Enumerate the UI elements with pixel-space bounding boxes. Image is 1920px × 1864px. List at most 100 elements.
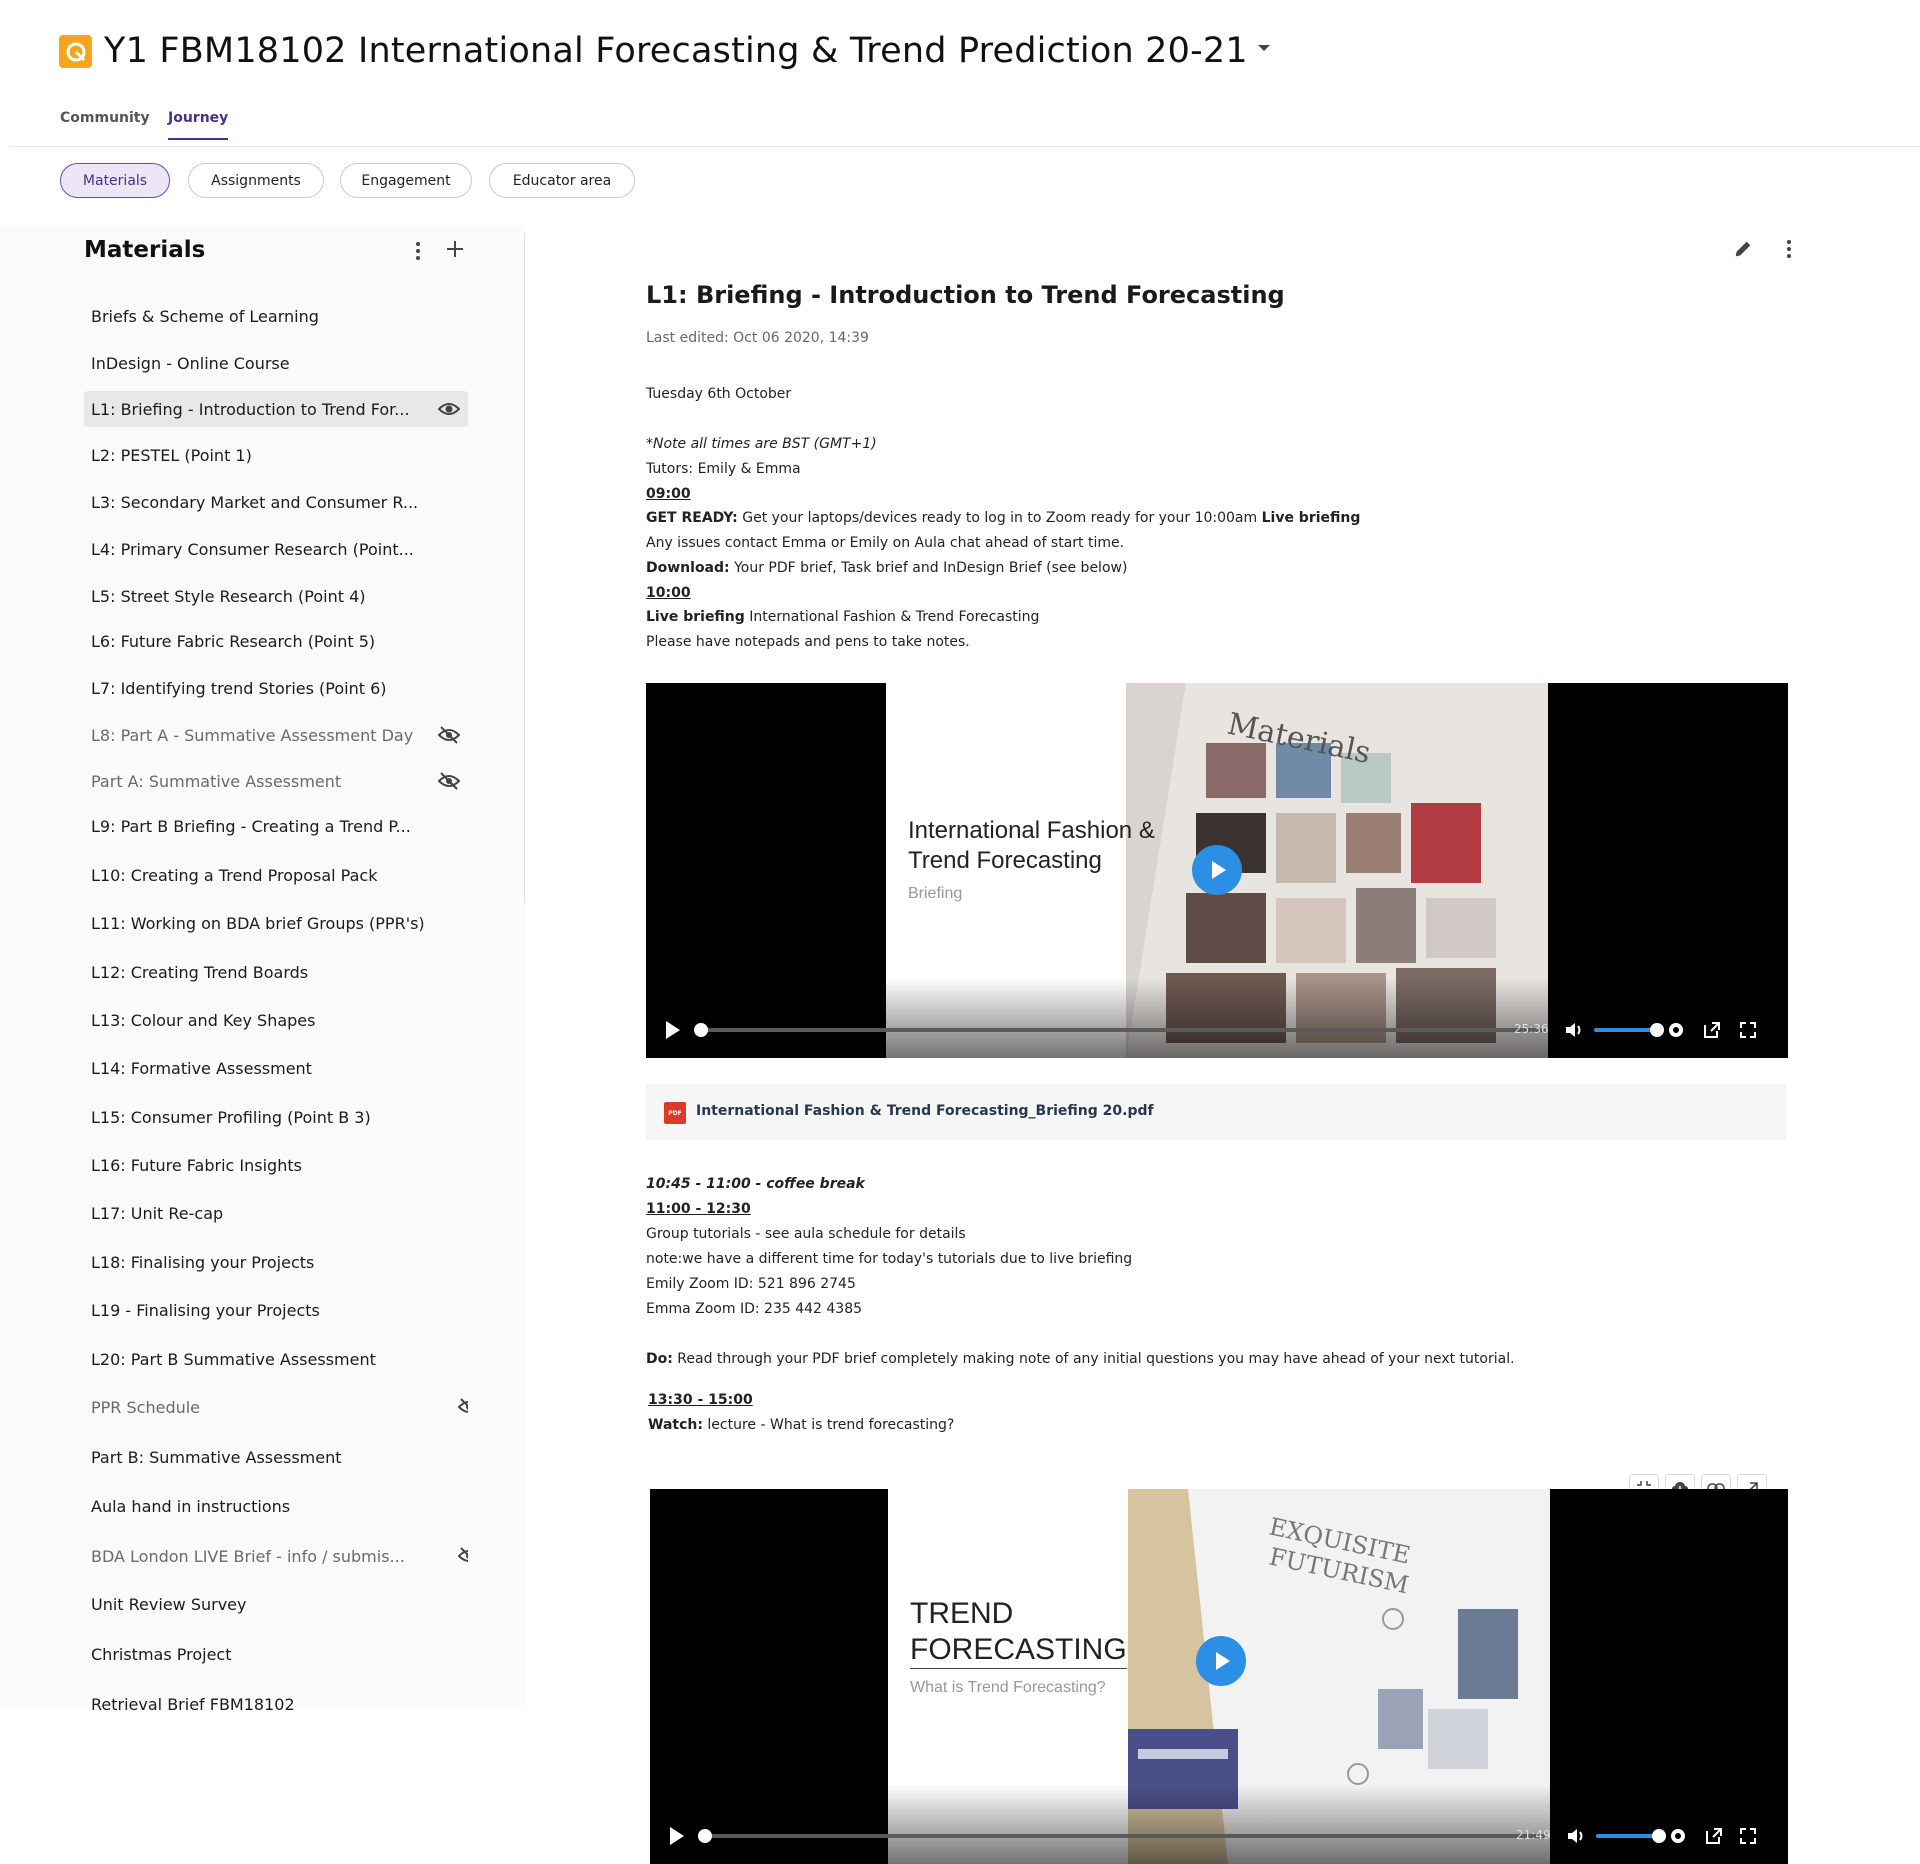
tab-journey[interactable]: Journey	[168, 110, 229, 140]
sidebar-item[interactable]: BDA London LIVE Brief - info / submis...	[84, 1538, 468, 1574]
brand-logo-icon[interactable]	[59, 35, 92, 68]
sidebar-item-label: Briefs & Scheme of Learning	[91, 306, 319, 326]
sidebar-item[interactable]: InDesign - Online Course	[84, 345, 468, 381]
eye-off-icon[interactable]	[437, 771, 461, 791]
more-options-icon[interactable]	[1779, 238, 1799, 260]
sidebar-item[interactable]: L16: Future Fabric Insights	[84, 1147, 468, 1183]
volume-slider[interactable]	[1596, 1834, 1658, 1838]
more-options-icon[interactable]	[408, 239, 428, 263]
sidebar-item-label: Aula hand in instructions	[91, 1496, 291, 1516]
sidebar-item[interactable]: L15: Consumer Profiling (Point B 3)	[84, 1099, 468, 1135]
sidebar-item[interactable]: L5: Street Style Research (Point 4)	[84, 578, 468, 614]
pill-engagement[interactable]: Engagement	[340, 163, 472, 198]
sidebar-item[interactable]: Part B: Summative Assessment	[84, 1439, 468, 1475]
sidebar-item[interactable]: Aula hand in instructions	[84, 1488, 468, 1524]
sidebar-item[interactable]: Retrieval Brief FBM18102	[84, 1686, 468, 1722]
sidebar-item[interactable]: L11: Working on BDA brief Groups (PPR's)	[84, 905, 468, 941]
sidebar-item[interactable]: L8: Part A - Summative Assessment Day	[84, 717, 468, 753]
sidebar-item[interactable]: L20: Part B Summative Assessment	[84, 1341, 468, 1377]
progress-bar[interactable]	[701, 1028, 1546, 1032]
sidebar-item[interactable]: L6: Future Fabric Research (Point 5)	[84, 623, 468, 659]
pill-assignments[interactable]: Assignments	[188, 163, 324, 198]
edit-pencil-icon[interactable]	[1732, 238, 1754, 260]
do-text: Read through your PDF brief completely m…	[672, 1351, 1515, 1367]
sidebar-item[interactable]: L3: Secondary Market and Consumer R...	[84, 484, 468, 520]
section-pills: Materials Assignments Engagement Educato…	[0, 163, 1920, 199]
sidebar-item-label: L3: Secondary Market and Consumer R...	[91, 492, 419, 512]
get-ready-bold: Live briefing	[1261, 510, 1361, 526]
pdf-attachment[interactable]: PDF International Fashion & Trend Foreca…	[646, 1084, 1786, 1140]
chevron-down-icon[interactable]	[1257, 45, 1270, 51]
do-label: Do:	[646, 1351, 673, 1367]
video-player-lecture[interactable]: EXQUISITE FUTURISM TREND FORECASTING What…	[650, 1489, 1788, 1864]
eye-off-icon[interactable]	[457, 1397, 468, 1417]
sidebar-item-label: L17: Unit Re-cap	[91, 1203, 224, 1223]
lesson-content: L1: Briefing - Introduction to Trend For…	[526, 225, 1920, 1864]
sidebar-item[interactable]: L10: Creating a Trend Proposal Pack	[84, 857, 468, 893]
pill-educator-area[interactable]: Educator area	[489, 163, 635, 198]
watch-label: Watch:	[648, 1417, 703, 1433]
volume-handle[interactable]	[1650, 1023, 1664, 1037]
progress-handle[interactable]	[698, 1829, 712, 1843]
materials-sidebar: Materials Briefs & Scheme of Learning InD…	[0, 225, 525, 1714]
sidebar-item[interactable]: Briefs & Scheme of Learning	[84, 298, 468, 334]
tutorial-note: note:we have a different time for today'…	[646, 1251, 1133, 1267]
add-icon[interactable]	[443, 237, 467, 261]
sidebar-item-label: L11: Working on BDA brief Groups (PPR's)	[91, 913, 425, 933]
popout-icon[interactable]	[1704, 1826, 1724, 1846]
volume-icon[interactable]	[1564, 1020, 1586, 1040]
sidebar-item[interactable]: L13: Colour and Key Shapes	[84, 1002, 468, 1038]
sidebar-item-label: Christmas Project	[91, 1644, 232, 1664]
play-overlay-button[interactable]	[1192, 845, 1242, 895]
sidebar-item[interactable]: L18: Finalising your Projects	[84, 1244, 468, 1280]
pill-materials[interactable]: Materials	[60, 163, 170, 198]
emily-zoom-id: Emily Zoom ID: 521 896 2745	[646, 1276, 856, 1292]
sidebar-item-label: BDA London LIVE Brief - info / submis...	[91, 1546, 405, 1566]
app-header: Y1 FBM18102 International Forecasting & …	[0, 0, 1920, 100]
sidebar-item[interactable]: L14: Formative Assessment	[84, 1050, 468, 1086]
sidebar-item[interactable]: L1: Briefing - Introduction to Trend For…	[84, 391, 468, 427]
sidebar-item-label: L16: Future Fabric Insights	[91, 1155, 302, 1175]
play-overlay-button[interactable]	[1196, 1636, 1246, 1686]
sidebar-item[interactable]: Part A: Summative Assessment	[84, 763, 468, 799]
sidebar-item-label: L19 - Finalising your Projects	[91, 1300, 320, 1320]
sidebar-item[interactable]: L2: PESTEL (Point 1)	[84, 437, 468, 473]
timezone-note: *Note all times are BST (GMT+1)	[646, 436, 877, 452]
sidebar-item[interactable]: PPR Schedule	[84, 1389, 468, 1425]
fullscreen-icon[interactable]	[1738, 1020, 1758, 1040]
sidebar-item[interactable]: L4: Primary Consumer Research (Point...	[84, 531, 468, 567]
sidebar-item-label: L5: Street Style Research (Point 4)	[91, 586, 366, 606]
sidebar-item-label: L2: PESTEL (Point 1)	[91, 445, 252, 465]
fullscreen-icon[interactable]	[1738, 1826, 1758, 1846]
eye-icon[interactable]	[437, 399, 461, 419]
slide-title: TREND FORECASTING	[910, 1596, 1127, 1669]
sidebar-item[interactable]: Christmas Project	[84, 1636, 468, 1672]
popout-icon[interactable]	[1702, 1020, 1722, 1040]
coffee-break-text: 10:45 - 11:00 - coffee break	[646, 1176, 865, 1192]
volume-icon[interactable]	[1566, 1826, 1588, 1846]
eye-off-icon[interactable]	[437, 725, 461, 745]
volume-slider[interactable]	[1594, 1028, 1656, 1032]
sidebar-item[interactable]: Unit Review Survey	[84, 1586, 468, 1622]
sidebar-item[interactable]: L9: Part B Briefing - Creating a Trend P…	[84, 808, 468, 844]
play-icon[interactable]	[666, 1021, 680, 1039]
sidebar-item[interactable]: L7: Identifying trend Stories (Point 6)	[84, 670, 468, 706]
sidebar-item-label: L12: Creating Trend Boards	[91, 962, 309, 982]
settings-gear-icon[interactable]	[1668, 1826, 1688, 1846]
course-title[interactable]: Y1 FBM18102 International Forecasting & …	[104, 31, 1270, 71]
play-icon[interactable]	[670, 1827, 684, 1845]
settings-gear-icon[interactable]	[1666, 1020, 1686, 1040]
sidebar-item[interactable]: L17: Unit Re-cap	[84, 1195, 468, 1231]
progress-handle[interactable]	[694, 1023, 708, 1037]
time-1330: 13:30 - 15:00	[648, 1392, 753, 1408]
sidebar-item-label: L14: Formative Assessment	[91, 1058, 312, 1078]
pdf-filename[interactable]: International Fashion & Trend Forecastin…	[696, 1103, 1154, 1119]
time-0900: 09:00	[646, 486, 691, 502]
eye-off-icon[interactable]	[457, 1546, 468, 1566]
tab-community[interactable]: Community	[60, 110, 150, 138]
sidebar-item[interactable]: L12: Creating Trend Boards	[84, 954, 468, 990]
progress-bar[interactable]	[705, 1834, 1545, 1838]
volume-handle[interactable]	[1652, 1829, 1666, 1843]
video-player-briefing[interactable]: Materials International Fashion & Trend F…	[646, 683, 1788, 1058]
sidebar-item[interactable]: L19 - Finalising your Projects	[84, 1292, 468, 1328]
